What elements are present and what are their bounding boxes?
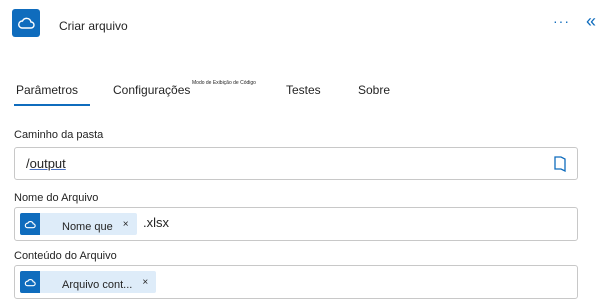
file-content-label: Conteúdo do Arquivo — [14, 250, 117, 262]
file-extension: .xlsx — [143, 215, 169, 230]
folder-icon[interactable] — [554, 156, 566, 173]
tab-configuracoes[interactable]: Configurações — [113, 83, 190, 97]
cloud-icon — [20, 213, 40, 235]
token-label: Arquivo cont... — [62, 279, 133, 291]
collapse-icon[interactable]: « — [586, 12, 596, 30]
file-content-token[interactable]: Arquivo cont... × — [20, 271, 157, 293]
file-name-token[interactable]: Nome que × — [20, 213, 137, 235]
file-name-label: Nome do Arquivo — [14, 192, 99, 204]
header: Criar arquivo ··· « — [0, 0, 610, 52]
cloud-icon — [20, 271, 40, 293]
tab-testes[interactable]: Testes — [286, 83, 321, 97]
file-name-field[interactable]: Nome que × .xlsx — [14, 207, 578, 241]
folder-path-segment: output — [29, 156, 66, 171]
folder-path-label: Caminho da pasta — [14, 129, 104, 141]
tab-parametros[interactable]: Parâmetros — [13, 83, 91, 106]
tab-code-view[interactable]: Modo de Exibição de Código — [192, 80, 256, 86]
folder-path-field[interactable]: /output — [14, 147, 578, 180]
remove-token-button[interactable]: × — [123, 219, 129, 230]
file-content-field[interactable]: Arquivo cont... × — [14, 265, 578, 299]
more-options-button[interactable]: ··· — [553, 13, 570, 29]
tab-sobre[interactable]: Sobre — [358, 83, 390, 97]
folder-path-value: /output — [26, 156, 66, 171]
cloud-icon — [12, 9, 40, 37]
remove-token-button[interactable]: × — [142, 277, 148, 288]
page-title: Criar arquivo — [59, 19, 128, 33]
tab-bar: Parâmetros Configurações Modo de Exibiçã… — [0, 78, 610, 108]
token-label: Nome que — [62, 221, 113, 233]
